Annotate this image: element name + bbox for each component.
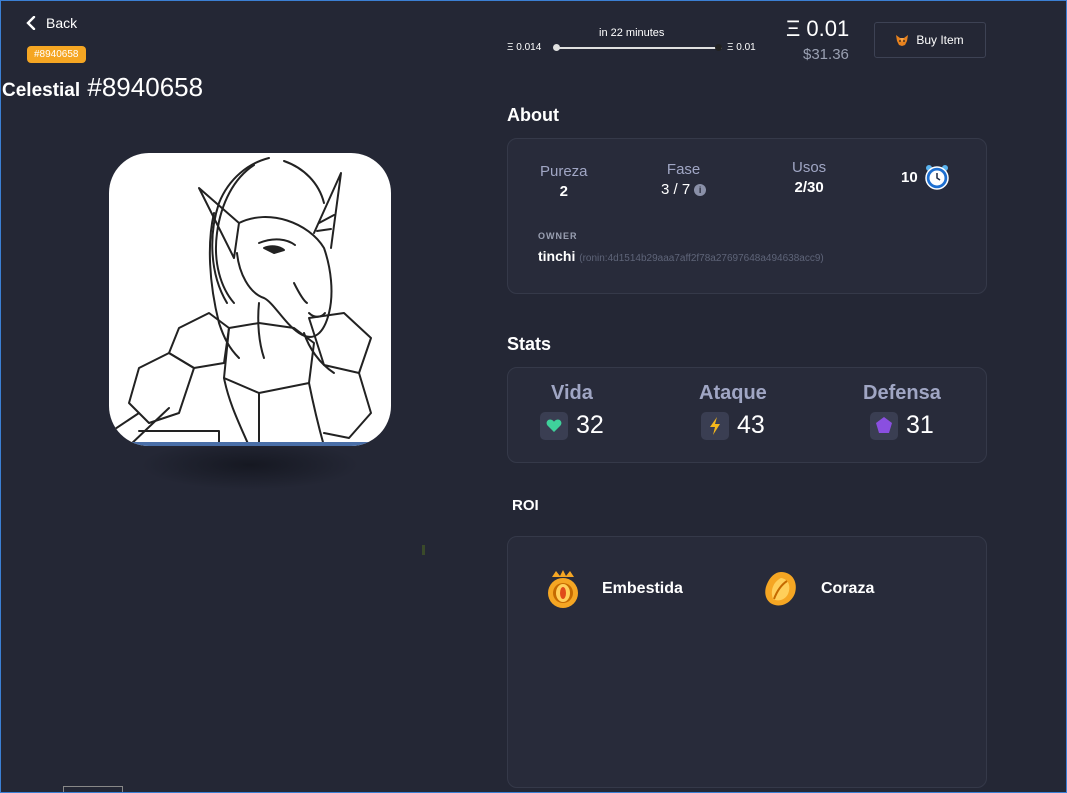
- axie-class-name: Celestial: [2, 80, 81, 101]
- ataque-label: Ataque: [699, 382, 767, 404]
- usos-stat: Usos 2/30: [792, 159, 826, 196]
- pureza-label: Pureza: [540, 163, 588, 180]
- ability-name: Coraza: [821, 580, 875, 597]
- energy-indicator: 10: [901, 163, 950, 191]
- buy-item-button[interactable]: Buy Item: [874, 22, 986, 58]
- info-icon[interactable]: i: [694, 183, 707, 196]
- about-card: Pureza 2 Fase 3 / 7 i Usos 2/30 10 OWNER…: [507, 138, 987, 294]
- alarm-clock-icon: [924, 165, 949, 190]
- fase-label: Fase: [666, 161, 701, 178]
- stats-heading: Stats: [507, 334, 552, 354]
- fase-value-row: 3 / 7 i: [661, 181, 707, 198]
- auction-timeline: in 22 minutes Ξ 0.014 Ξ 0.01: [507, 25, 772, 61]
- current-price-usd: $31.36: [803, 46, 849, 63]
- stats-card: Vida 32 Ataque 43 Defensa 31: [507, 367, 987, 463]
- defensa-label: Defensa: [863, 382, 941, 404]
- roi-card: Embestida Coraza: [507, 536, 987, 788]
- pureza-stat: Pureza 2: [540, 163, 588, 200]
- ability-name: Embestida: [602, 580, 683, 597]
- shield-icon: [870, 411, 898, 440]
- usos-label: Usos: [792, 159, 827, 176]
- vida-label: Vida: [550, 382, 593, 404]
- axie-portrait: [109, 153, 391, 446]
- defensa-stat: Defensa 31: [863, 382, 941, 440]
- cursor-artifact: [422, 545, 425, 555]
- eye-crown-icon: [548, 570, 578, 608]
- bottom-scroll-tab[interactable]: [63, 786, 123, 792]
- buy-item-label: Buy Item: [916, 33, 964, 47]
- ability-card-coraza[interactable]: Coraza: [761, 569, 874, 609]
- auction-time-label: in 22 minutes: [599, 27, 665, 39]
- owner-row: tinchi (ronin:4d1514b29aaa7aff2f78a27697…: [538, 248, 824, 264]
- fase-value: 3 / 7: [661, 181, 691, 198]
- owner-address: (ronin:4d1514b29aaa7aff2f78a27697648a494…: [579, 253, 824, 264]
- owner-name[interactable]: tinchi: [538, 248, 575, 264]
- vida-value: 32: [576, 411, 604, 439]
- vida-stat: Vida 32: [540, 382, 604, 440]
- auction-start-price: Ξ 0.014: [507, 42, 542, 53]
- fase-stat: Fase 3 / 7 i: [661, 161, 707, 198]
- back-label: Back: [46, 15, 78, 31]
- axie-id-badge: #8940658: [27, 46, 86, 63]
- about-heading: About: [507, 105, 559, 125]
- auction-end-price: Ξ 0.01: [727, 42, 756, 53]
- leaf-shield-icon: [765, 572, 796, 606]
- creature-illustration: [109, 157, 391, 446]
- defensa-value: 31: [906, 411, 934, 439]
- chevron-left-icon: [26, 16, 36, 30]
- ataque-value: 43: [736, 411, 765, 439]
- ability-card-embestida[interactable]: Embestida: [544, 569, 683, 609]
- page-title: Celestial #8940658: [2, 72, 203, 103]
- back-button[interactable]: Back: [26, 15, 77, 31]
- axie-number: #8940658: [87, 72, 204, 102]
- owner-label: OWNER: [538, 231, 578, 241]
- portrait-shadow: [140, 440, 360, 490]
- bolt-icon: [700, 411, 729, 440]
- usos-value: 2/30: [794, 179, 824, 196]
- current-price-eth: Ξ 0.01: [786, 16, 850, 41]
- heart-icon: [540, 411, 568, 440]
- metamask-fox-icon: [896, 34, 909, 46]
- auction-end-dot: [715, 44, 722, 51]
- auction-progress-line: [557, 47, 722, 49]
- pureza-value: 2: [559, 183, 568, 200]
- ataque-stat: Ataque 43: [699, 382, 767, 440]
- energy-value: 10: [901, 168, 918, 186]
- auction-start-dot: [553, 44, 560, 51]
- roi-heading: ROI: [512, 497, 539, 514]
